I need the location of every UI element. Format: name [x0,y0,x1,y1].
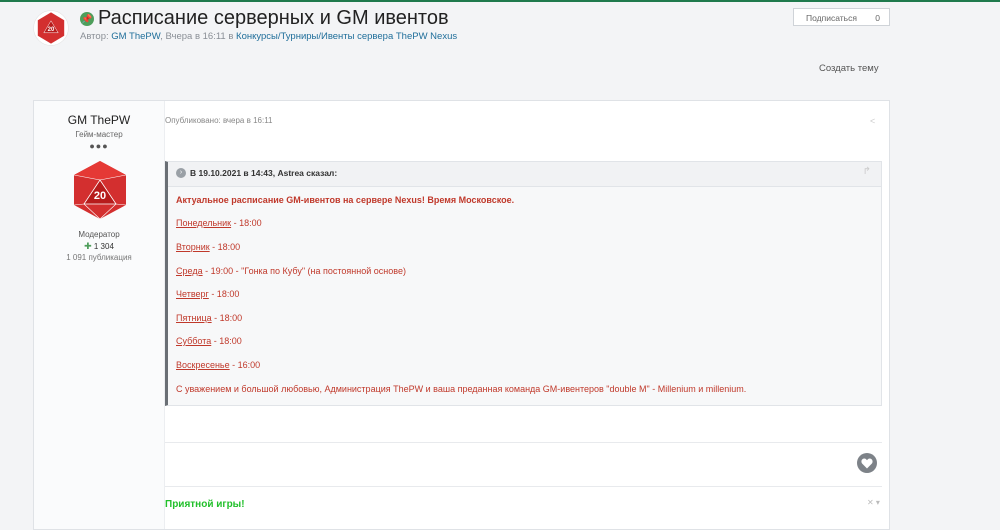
schedule-item: Воскресенье - 16:00 [176,360,260,370]
schedule-time: - 18:00 [209,242,241,252]
meta-time: Вчера в 16:11 [165,31,226,42]
divider [165,442,882,443]
author-group: Модератор [78,230,120,239]
meta-author-link[interactable]: GM ThePW [111,31,160,42]
divider [165,486,882,487]
top-accent-line [0,0,1000,2]
schedule-day[interactable]: Воскресенье [176,360,230,370]
avatar-number: 20 [48,27,55,33]
schedule-item: Вторник - 18:00 [176,242,240,252]
schedule-day[interactable]: Понедельник [176,218,231,228]
meta-in: в [228,31,234,42]
schedule-time: - 18:00 [211,336,242,346]
signature-close-icon[interactable]: ✕ ▾ [867,498,880,507]
quote-closing: С уважением и большой любовью, Администр… [176,384,747,394]
follow-label: Подписаться [806,13,857,23]
author-role: Гейм-мастер [75,130,123,139]
avatar-number: 20 [94,190,106,202]
author-name[interactable]: GM ThePW [34,113,164,127]
reputation-plus-icon: ✚ [84,241,92,251]
schedule-day[interactable]: Среда [176,266,203,276]
schedule-item: Суббота - 18:00 [176,336,242,346]
schedule-time: - 18:00 [211,313,243,323]
pin-icon: 📌 [80,12,94,26]
schedule-day[interactable]: Суббота [176,336,211,346]
schedule-day[interactable]: Четверг [176,289,209,299]
author-post-count: 1 091 публикация [66,253,132,262]
page-title: Расписание серверных и GM ивентов [98,7,449,29]
author-avatar[interactable]: 20 [70,160,130,220]
share-icon[interactable]: < [870,116,875,126]
schedule-item: Понедельник - 18:00 [176,218,262,228]
heart-icon[interactable] [857,453,877,473]
rank-dots: ●●● [89,141,109,151]
schedule-time: - 18:00 [208,289,240,299]
meta-sep: , [160,31,163,42]
quote-block: › В 19.10.2021 в 14:43, Astrea сказал: ↱… [165,161,882,406]
schedule-item: Среда - 19:00 - "Гонка по Кубу" (на пост… [176,266,406,276]
quote-intro: Актуальное расписание GM-ивентов на серв… [176,195,515,205]
schedule-time: - 16:00 [229,360,261,370]
quote-header: › В 19.10.2021 в 14:43, Astrea сказал: ↱ [168,162,881,187]
meta-prefix: Автор: [80,31,109,42]
signature-text: Приятной игры! [165,499,245,510]
post-date[interactable]: Опубликовано: вчера в 16:11 [165,116,273,125]
author-avatar-small[interactable]: 20 [33,10,69,46]
post-card: GM ThePW Гейм-мастер ●●● 20 Модератор ✚ … [33,100,890,530]
reputation: ✚ 1 304 [34,241,164,252]
follow-button[interactable]: Подписаться 0 [793,8,890,26]
schedule-day[interactable]: Вторник [176,242,210,252]
meta-forum-link[interactable]: Конкурсы/Турниры/Ивенты сервера ThePW Ne… [236,31,457,42]
quote-icon: › [176,168,186,178]
create-topic-link[interactable]: Создать тему [819,63,879,74]
author-panel: GM ThePW Гейм-мастер ●●● 20 Модератор ✚ … [34,101,165,529]
schedule-time: - 18:00 [231,218,262,228]
follow-count: 0 [875,13,880,23]
schedule-day[interactable]: Пятница [176,313,212,323]
reply-icon[interactable]: ↱ [863,166,871,177]
schedule-time: - 19:00 - "Гонка по Кубу" (на постоянной… [202,266,406,276]
quote-citation: В 19.10.2021 в 14:43, Astrea сказал: [190,168,338,178]
schedule-item: Пятница - 18:00 [176,313,242,323]
schedule-item: Четверг - 18:00 [176,289,239,299]
topic-meta: Автор: GM ThePW, Вчера в 16:11 в Конкурс… [80,31,457,42]
reputation-value: 1 304 [93,242,114,251]
